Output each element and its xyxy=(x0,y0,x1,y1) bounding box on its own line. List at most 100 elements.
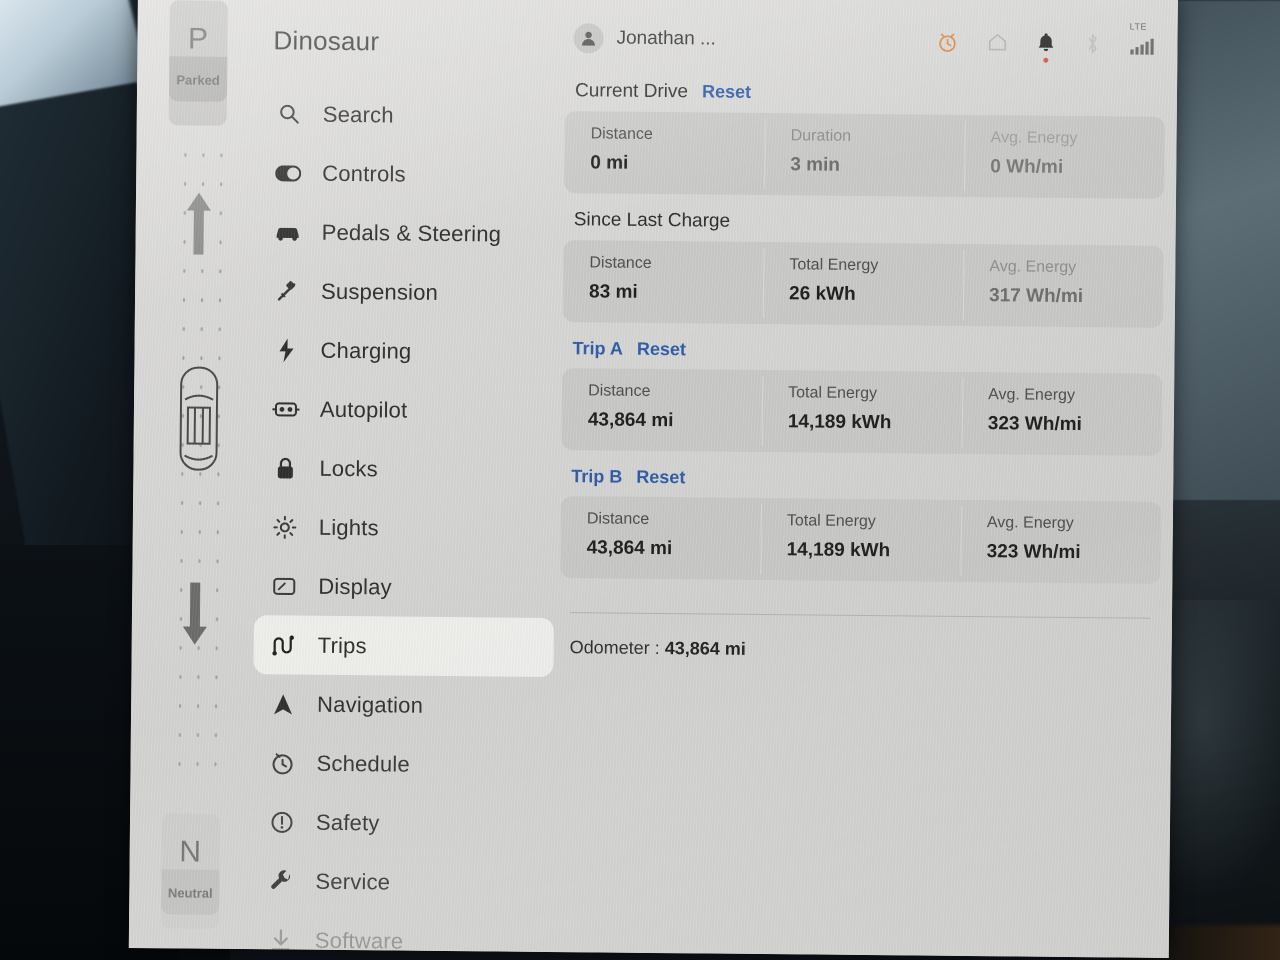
bell-icon[interactable] xyxy=(1036,32,1055,63)
section-current-drive: Current Drive Reset Distance 0 mi Durati… xyxy=(564,80,1165,199)
gear-park-button[interactable]: P Parked xyxy=(168,0,228,126)
lights-icon xyxy=(263,515,307,539)
stat-label: Avg. Energy xyxy=(988,386,1076,405)
gear-park-label: Parked xyxy=(176,72,220,88)
alarm-clock-icon[interactable] xyxy=(936,30,958,53)
photo-of-car-touchscreen: P Parked N Neutral Dinosaur Search Contr… xyxy=(0,0,1280,960)
bluetooth-icon[interactable] xyxy=(1083,32,1101,55)
stat-value: 323 Wh/mi xyxy=(986,541,1081,564)
stat-card: Distance 83 mi Total Energy 26 kWh Avg. … xyxy=(562,240,1164,328)
section-trip-b: Trip B Reset Distance 43,864 mi Total En… xyxy=(560,466,1162,584)
network-indicator[interactable]: LTE xyxy=(1129,21,1157,55)
sidebar-item-label: Charging xyxy=(320,337,412,364)
sidebar-item-charging[interactable]: Charging xyxy=(256,320,557,382)
schedule-icon xyxy=(260,751,304,775)
search-icon xyxy=(267,102,311,125)
page-title: Dinosaur xyxy=(273,25,380,57)
profile-name[interactable]: Jonathan ... xyxy=(603,27,715,50)
sidebar-item-pedals-steering[interactable]: Pedals & Steering xyxy=(257,202,558,264)
stat-card: Distance 0 mi Duration 3 min Avg. Energy… xyxy=(564,111,1165,199)
stat-label: Distance xyxy=(588,382,651,400)
touchscreen: P Parked N Neutral Dinosaur Search Contr… xyxy=(128,0,1178,958)
trips-icon xyxy=(262,634,306,656)
section-header: Since Last Charge xyxy=(564,209,1164,237)
sidebar-item-autopilot[interactable]: Autopilot xyxy=(256,379,557,441)
gear-park-letter: P xyxy=(187,22,210,56)
settings-sidebar: Dinosaur Search Controls Pedals & Steeri… xyxy=(251,7,560,953)
section-header: Trip B Reset xyxy=(561,466,1161,493)
section-title: Current Drive xyxy=(574,80,689,103)
stat-card: Distance 43,864 mi Total Energy 14,189 k… xyxy=(561,368,1163,456)
odometer-row: Odometer : 43,864 mi xyxy=(560,637,1160,664)
section-header: Trip A Reset xyxy=(562,338,1162,365)
user-avatar-icon[interactable] xyxy=(573,23,604,54)
stat-label: Avg. Energy xyxy=(986,514,1074,533)
stat-cell: Total Energy 14,189 kWh xyxy=(760,498,961,582)
section-since-last-charge: Since Last Charge Distance 83 mi Total E… xyxy=(562,209,1164,328)
reset-trip-b-button[interactable]: Reset xyxy=(636,467,685,488)
sidebar-item-label: Search xyxy=(322,101,394,127)
stat-value: 43,864 mi xyxy=(587,409,674,432)
sidebar-item-service[interactable]: Service xyxy=(251,851,552,913)
stat-value: 26 kWh xyxy=(788,283,856,305)
sidebar-item-label: Schedule xyxy=(316,750,411,777)
arrow-down-icon[interactable] xyxy=(180,578,211,653)
sidebar-item-schedule[interactable]: Schedule xyxy=(252,733,553,795)
status-icon-group: LTE xyxy=(936,21,1165,63)
safety-icon xyxy=(260,810,304,834)
sidebar-item-locks[interactable]: Locks xyxy=(255,438,556,500)
section-title[interactable]: Trip A xyxy=(572,338,623,359)
sidebar-item-label: Lights xyxy=(318,514,379,540)
sidebar-item-label: Display xyxy=(318,573,392,599)
sidebar-item-lights[interactable]: Lights xyxy=(255,497,556,559)
section-title: Since Last Charge xyxy=(573,209,731,232)
sidebar-item-controls[interactable]: Controls xyxy=(258,143,559,205)
gear-neutral-letter: N xyxy=(179,835,203,869)
status-bar: Jonathan ... LTE xyxy=(565,12,1165,70)
sidebar-item-software[interactable]: Software xyxy=(251,910,552,958)
reset-current-drive-button[interactable]: Reset xyxy=(702,81,751,102)
divider xyxy=(570,612,1151,619)
stat-label: Total Energy xyxy=(788,384,878,403)
section-trip-a: Trip A Reset Distance 43,864 mi Total En… xyxy=(561,338,1163,456)
stat-label: Distance xyxy=(586,510,650,528)
autopilot-icon xyxy=(264,401,308,417)
home-icon[interactable] xyxy=(986,31,1008,53)
section-title[interactable]: Trip B xyxy=(571,466,622,487)
sidebar-item-label: Suspension xyxy=(320,278,439,305)
stat-value: 43,864 mi xyxy=(586,537,673,560)
display-icon xyxy=(262,576,306,596)
sidebar-item-label: Service xyxy=(315,868,391,894)
gear-selector-strip[interactable]: P Parked N Neutral xyxy=(139,0,248,949)
navigation-icon xyxy=(261,692,305,716)
stat-cell: Avg. Energy 323 Wh/mi xyxy=(962,372,1163,456)
car-icon xyxy=(266,223,310,241)
sidebar-item-trips[interactable]: Trips xyxy=(253,615,554,678)
stat-label: Total Energy xyxy=(786,512,876,531)
arrow-up-icon[interactable] xyxy=(183,188,214,263)
car-top-view-icon xyxy=(173,363,224,478)
sidebar-item-navigation[interactable]: Navigation xyxy=(253,674,554,736)
stat-value: 0 mi xyxy=(590,152,629,174)
sidebar-item-display[interactable]: Display xyxy=(254,556,555,618)
sidebar-item-search[interactable]: Search xyxy=(259,84,560,146)
section-header: Current Drive Reset xyxy=(565,80,1165,108)
stat-cell: Distance 83 mi xyxy=(563,240,764,324)
trips-panel: Jonathan ... LTE Current Drive Reset Dis… xyxy=(560,12,1166,664)
sidebar-item-safety[interactable]: Safety xyxy=(252,792,553,854)
stat-label: Duration xyxy=(790,127,852,145)
gear-neutral-label: Neutral xyxy=(167,885,213,901)
sidebar-item-label: Navigation xyxy=(317,691,424,718)
stat-value: 3 min xyxy=(790,154,841,176)
sidebar-item-label: Controls xyxy=(322,160,406,187)
sidebar-item-label: Locks xyxy=(319,455,379,481)
reset-trip-a-button[interactable]: Reset xyxy=(637,339,686,360)
stat-label: Avg. Energy xyxy=(989,258,1077,277)
odometer-value: 43,864 mi xyxy=(664,638,746,659)
stat-label: Total Energy xyxy=(789,256,879,275)
sidebar-item-label: Software xyxy=(314,927,404,954)
wrench-icon xyxy=(259,869,303,893)
sidebar-item-suspension[interactable]: Suspension xyxy=(257,261,558,323)
sidebar-menu: Search Controls Pedals & Steering Suspen… xyxy=(251,84,559,958)
gear-neutral-button[interactable]: N Neutral xyxy=(160,813,221,929)
